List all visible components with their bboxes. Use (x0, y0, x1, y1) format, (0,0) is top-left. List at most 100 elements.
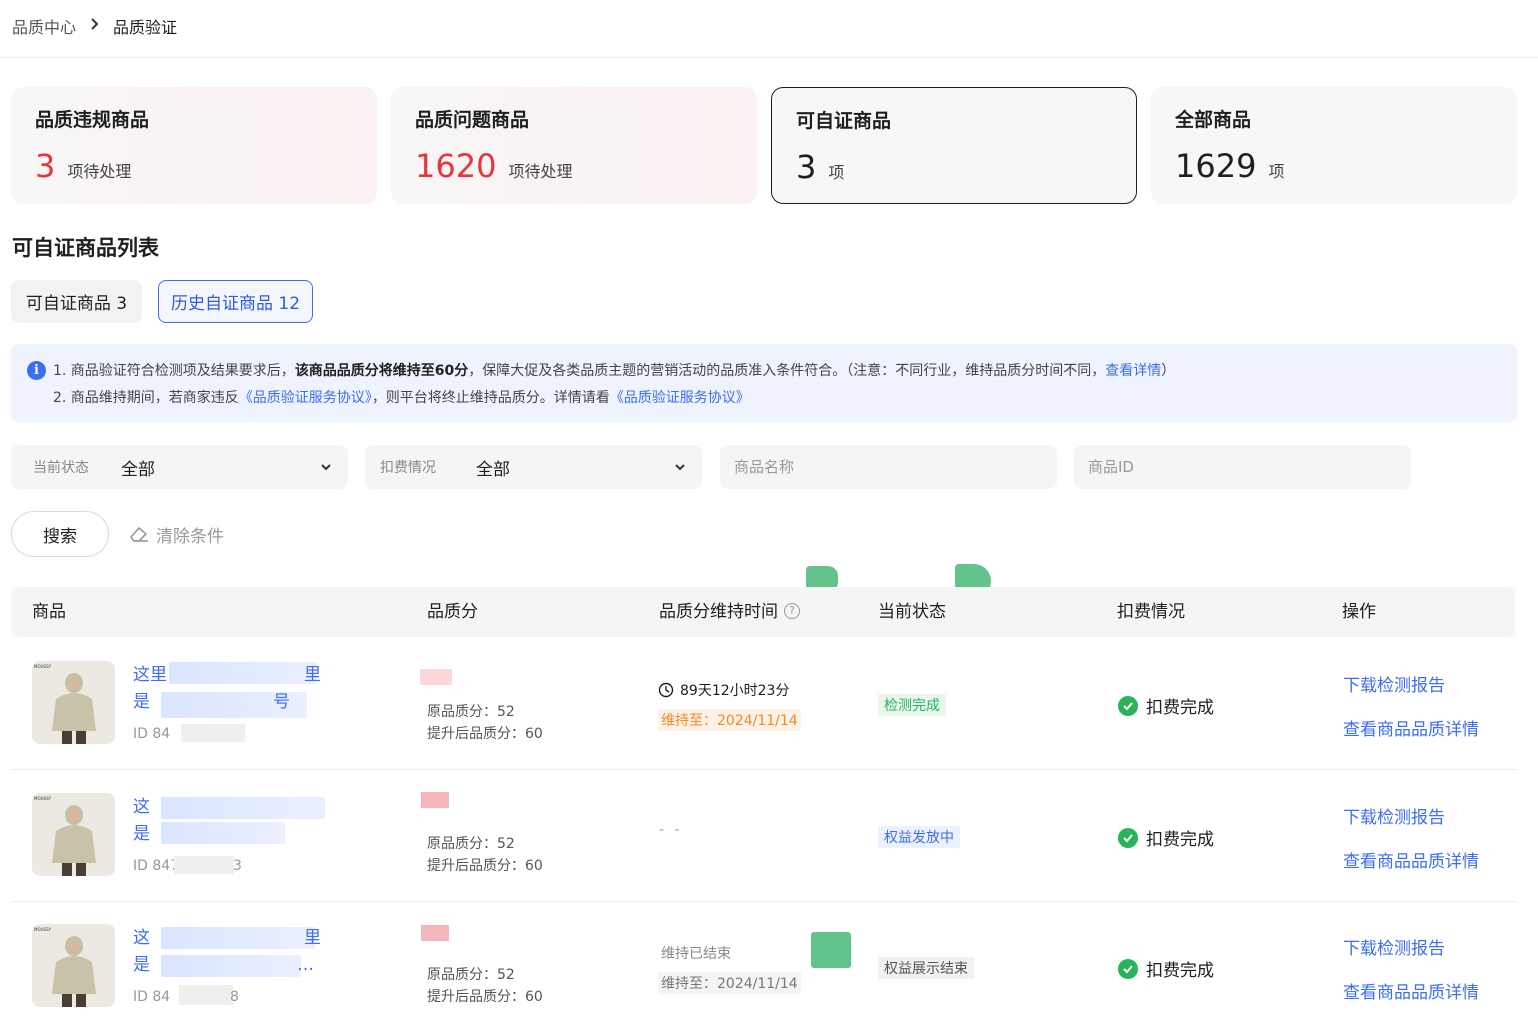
product-name-tail: 号 (273, 692, 290, 712)
original-score: 原品质分：52 (427, 704, 515, 720)
info-notice: i 1. 商品验证符合检测项及结果要求后，该商品品质分将维持至60分，保障大促及… (11, 344, 1517, 422)
filter-label: 当前状态 (33, 460, 89, 476)
product-id-tail: 3 (233, 858, 242, 874)
fee-filter-select[interactable]: 扣费情况 全部 (365, 445, 702, 489)
notice-line-2: 2. 商品维持期间，若商家违反《品质验证服务协议》，则平台将终止维持品质分。详情… (53, 390, 750, 406)
chevron-down-icon (321, 464, 331, 471)
chevron-right-icon (90, 18, 99, 34)
check-icon (1118, 695, 1138, 716)
header-keep-time-label: 品质分维持时间 (659, 602, 778, 622)
download-report-link[interactable]: 下载检测报告 (1343, 803, 1445, 828)
improved-score: 提升后品质分：60 (427, 989, 543, 1005)
card-count: 1629 (1175, 147, 1257, 185)
product-id-tail: 8 (230, 989, 239, 1005)
product-name-tail: 里 (304, 665, 321, 685)
score-badge (421, 792, 449, 808)
header-operations: 操作 (1342, 602, 1376, 622)
product-thumbnail[interactable]: MOUSSY (32, 661, 115, 744)
redacted-id (179, 985, 233, 1005)
view-quality-details-link[interactable]: 查看商品品质详情 (1343, 847, 1479, 872)
breadcrumb-current: 品质验证 (113, 18, 178, 37)
card-count: 1620 (415, 147, 497, 185)
product-thumbnail[interactable]: MOUSSY (32, 793, 115, 876)
card-title: 全部商品 (1175, 109, 1252, 131)
clock-icon (658, 682, 674, 698)
table-header: 商品 品质分 品质分维持时间? 当前状态 扣费情况 操作 (11, 587, 1515, 637)
product-name-tail: 里 (304, 928, 321, 948)
breadcrumb-quality-center[interactable]: 品质中心 (12, 14, 76, 38)
filter-value: 全部 (121, 459, 155, 480)
status-badge: 权益展示结束 (878, 957, 974, 979)
service-agreement-link[interactable]: 《品质验证服务协议》 (239, 390, 372, 406)
redacted-id (181, 724, 245, 742)
section-title: 可自证商品列表 (12, 236, 159, 260)
chevron-down-icon (675, 464, 685, 471)
card-unit: 项 (1268, 162, 1285, 181)
product-id-input[interactable] (1088, 458, 1395, 476)
tab-history-self-certified[interactable]: 历史自证商品 12 (158, 280, 313, 323)
original-score: 原品质分：52 (427, 967, 515, 983)
svg-text:MOUSSY: MOUSSY (34, 927, 52, 932)
service-agreement-link-2[interactable]: 《品质验证服务协议》 (610, 390, 750, 406)
product-name-input[interactable] (734, 458, 1041, 476)
improved-score: 提升后品质分：60 (427, 726, 543, 742)
product-name-line[interactable]: 是 (133, 689, 150, 716)
table-row: MOUSSY 这 是 ID 847 3 原品质分：52 提升后品质分：60 - … (11, 770, 1517, 902)
product-id: ID 84 (133, 726, 171, 742)
card-issue-products[interactable]: 品质问题商品 1620 项待处理 (391, 87, 757, 204)
quality-verification-page: 品质中心 品质验证 品质违规商品 3 项待处理 品质问题商品 1620 项待处理… (0, 0, 1538, 1032)
redacted-id (174, 856, 234, 874)
tab-self-certifiable[interactable]: 可自证商品 3 (11, 280, 142, 323)
breadcrumb: 品质中心 品质验证 (12, 14, 177, 38)
clear-label: 清除条件 (156, 526, 224, 547)
product-name-line[interactable]: 是 (133, 821, 150, 848)
score-badge (420, 669, 452, 685)
header-keep-time: 品质分维持时间? (659, 587, 800, 637)
card-title: 品质违规商品 (35, 109, 150, 131)
product-name-line[interactable]: 这 (133, 794, 150, 821)
card-unit: 项待处理 (508, 162, 573, 181)
keep-time-empty: - - (659, 822, 683, 838)
product-id-field[interactable] (1074, 445, 1411, 489)
check-icon (1118, 827, 1138, 848)
card-title: 品质问题商品 (415, 109, 530, 131)
product-name-field[interactable] (720, 445, 1057, 489)
help-icon[interactable]: ? (784, 602, 800, 619)
view-quality-details-link[interactable]: 查看商品品质详情 (1343, 978, 1479, 1003)
card-violation-products[interactable]: 品质违规商品 3 项待处理 (11, 87, 377, 204)
fee-status: 扣费完成 (1118, 825, 1214, 850)
clear-conditions-button[interactable]: 清除条件 (128, 521, 224, 547)
filter-label: 扣费情况 (380, 460, 436, 476)
notice-line-1: 1. 商品验证符合检测项及结果要求后，该商品品质分将维持至60分，保障大促及各类… (53, 363, 1176, 379)
fee-text: 扣费完成 (1146, 830, 1214, 850)
card-count: 3 (35, 147, 56, 185)
view-quality-details-link[interactable]: 查看商品品质详情 (1343, 715, 1479, 740)
download-report-link[interactable]: 下载检测报告 (1343, 671, 1445, 696)
product-thumbnail[interactable]: MOUSSY (32, 924, 115, 1007)
search-button[interactable]: 搜索 (11, 511, 109, 557)
product-name-line[interactable]: 这 (133, 925, 150, 952)
product-name-tail: … (297, 955, 314, 975)
fee-text: 扣费完成 (1146, 698, 1214, 718)
status-filter-select[interactable]: 当前状态 全部 (11, 445, 348, 489)
card-all-products[interactable]: 全部商品 1629 项 (1151, 87, 1517, 204)
card-unit: 项待处理 (67, 162, 132, 181)
fee-status: 扣费完成 (1118, 693, 1214, 718)
product-id: ID 847 (133, 858, 180, 874)
view-details-link[interactable]: 查看详情 (1105, 363, 1161, 379)
product-name-line[interactable]: 这里 (133, 662, 167, 689)
card-unit: 项 (828, 163, 845, 182)
improved-score: 提升后品质分：60 (427, 858, 543, 874)
header-product: 商品 (32, 602, 66, 622)
info-icon: i (27, 361, 46, 380)
header-fee: 扣费情况 (1117, 602, 1185, 622)
eraser-icon (130, 527, 148, 542)
card-self-certifiable-products[interactable]: 可自证商品 3 项 (771, 87, 1137, 204)
keep-until: 维持至：2024/11/14 (658, 972, 801, 994)
fee-status: 扣费完成 (1118, 956, 1214, 981)
card-count: 3 (796, 148, 817, 186)
redacted-text (161, 822, 285, 844)
download-report-link[interactable]: 下载检测报告 (1343, 934, 1445, 959)
check-icon (1118, 958, 1138, 979)
product-name-line[interactable]: 是 (133, 952, 150, 979)
